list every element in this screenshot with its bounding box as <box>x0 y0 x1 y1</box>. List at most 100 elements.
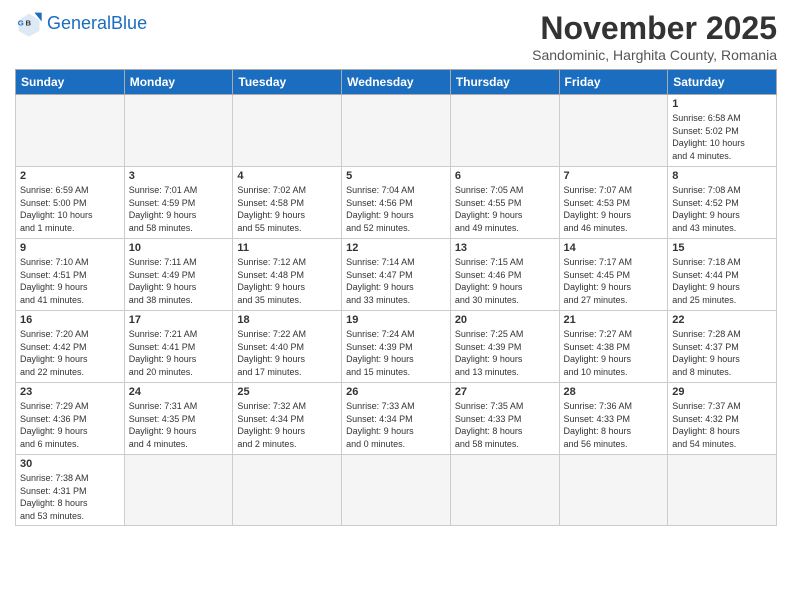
day-number: 24 <box>129 386 229 398</box>
day-info: Sunrise: 7:32 AM Sunset: 4:34 PM Dayligh… <box>237 400 337 450</box>
day-info: Sunrise: 6:58 AM Sunset: 5:02 PM Dayligh… <box>672 112 772 162</box>
calendar-title: November 2025 <box>532 10 777 47</box>
calendar-day: 6 Sunrise: 7:05 AM Sunset: 4:55 PM Daylig… <box>450 167 559 239</box>
calendar-day: 11 Sunrise: 7:12 AM Sunset: 4:48 PM Dayli… <box>233 239 342 311</box>
day-number: 9 <box>20 242 120 254</box>
day-number: 8 <box>672 170 772 182</box>
calendar-day <box>559 455 668 526</box>
day-number: 4 <box>237 170 337 182</box>
calendar-day: 28 Sunrise: 7:36 AM Sunset: 4:33 PM Dayli… <box>559 383 668 455</box>
day-info: Sunrise: 7:11 AM Sunset: 4:49 PM Dayligh… <box>129 256 229 306</box>
day-info: Sunrise: 7:27 AM Sunset: 4:38 PM Dayligh… <box>564 328 664 378</box>
calendar-day: 17Sunrise: 7:21 AM Sunset: 4:41 PM Dayli… <box>124 311 233 383</box>
calendar-day: 12 Sunrise: 7:14 AM Sunset: 4:47 PM Dayli… <box>342 239 451 311</box>
day-info: Sunrise: 7:21 AM Sunset: 4:41 PM Dayligh… <box>129 328 229 378</box>
calendar-day: 8 Sunrise: 7:08 AM Sunset: 4:52 PM Daylig… <box>668 167 777 239</box>
logo: G B GeneralBlue <box>15 10 147 38</box>
day-info: Sunrise: 6:59 AM Sunset: 5:00 PM Dayligh… <box>20 184 120 234</box>
calendar-week-3: 16 Sunrise: 7:20 AM Sunset: 4:42 PM Dayli… <box>16 311 777 383</box>
day-number: 19 <box>346 314 446 326</box>
day-info: Sunrise: 7:15 AM Sunset: 4:46 PM Dayligh… <box>455 256 555 306</box>
day-info: Sunrise: 7:33 AM Sunset: 4:34 PM Dayligh… <box>346 400 446 450</box>
logo-blue: Blue <box>111 13 147 33</box>
weekday-header-monday: Monday <box>124 70 233 95</box>
day-info: Sunrise: 7:38 AM Sunset: 4:31 PM Dayligh… <box>20 472 120 522</box>
calendar-day: 15Sunrise: 7:18 AM Sunset: 4:44 PM Dayli… <box>668 239 777 311</box>
day-number: 27 <box>455 386 555 398</box>
calendar-day: 13 Sunrise: 7:15 AM Sunset: 4:46 PM Dayli… <box>450 239 559 311</box>
logo-general: General <box>47 13 111 33</box>
calendar-day: 2 Sunrise: 6:59 AM Sunset: 5:00 PM Daylig… <box>16 167 125 239</box>
weekday-row: SundayMondayTuesdayWednesdayThursdayFrid… <box>16 70 777 95</box>
weekday-header-saturday: Saturday <box>668 70 777 95</box>
calendar-day <box>233 95 342 167</box>
calendar-day: 20Sunrise: 7:25 AM Sunset: 4:39 PM Dayli… <box>450 311 559 383</box>
day-number: 25 <box>237 386 337 398</box>
day-number: 28 <box>564 386 664 398</box>
day-info: Sunrise: 7:28 AM Sunset: 4:37 PM Dayligh… <box>672 328 772 378</box>
day-info: Sunrise: 7:37 AM Sunset: 4:32 PM Dayligh… <box>672 400 772 450</box>
day-number: 5 <box>346 170 446 182</box>
title-block: November 2025 Sandominic, Harghita Count… <box>532 10 777 63</box>
day-number: 12 <box>346 242 446 254</box>
day-number: 16 <box>20 314 120 326</box>
day-number: 14 <box>564 242 664 254</box>
day-number: 22 <box>672 314 772 326</box>
calendar-day: 3 Sunrise: 7:01 AM Sunset: 4:59 PM Daylig… <box>124 167 233 239</box>
day-info: Sunrise: 7:08 AM Sunset: 4:52 PM Dayligh… <box>672 184 772 234</box>
day-number: 6 <box>455 170 555 182</box>
weekday-header-sunday: Sunday <box>16 70 125 95</box>
calendar-day: 27Sunrise: 7:35 AM Sunset: 4:33 PM Dayli… <box>450 383 559 455</box>
day-info: Sunrise: 7:05 AM Sunset: 4:55 PM Dayligh… <box>455 184 555 234</box>
calendar-day: 16 Sunrise: 7:20 AM Sunset: 4:42 PM Dayli… <box>16 311 125 383</box>
calendar-day: 24 Sunrise: 7:31 AM Sunset: 4:35 PM Dayli… <box>124 383 233 455</box>
weekday-header-tuesday: Tuesday <box>233 70 342 95</box>
calendar-table: SundayMondayTuesdayWednesdayThursdayFrid… <box>15 69 777 526</box>
calendar-week-4: 23Sunrise: 7:29 AM Sunset: 4:36 PM Dayli… <box>16 383 777 455</box>
calendar-week-1: 2 Sunrise: 6:59 AM Sunset: 5:00 PM Daylig… <box>16 167 777 239</box>
calendar-week-5: 30Sunrise: 7:38 AM Sunset: 4:31 PM Dayli… <box>16 455 777 526</box>
day-info: Sunrise: 7:29 AM Sunset: 4:36 PM Dayligh… <box>20 400 120 450</box>
day-info: Sunrise: 7:20 AM Sunset: 4:42 PM Dayligh… <box>20 328 120 378</box>
calendar-day <box>16 95 125 167</box>
day-info: Sunrise: 7:25 AM Sunset: 4:39 PM Dayligh… <box>455 328 555 378</box>
day-number: 15 <box>672 242 772 254</box>
calendar-day: 19 Sunrise: 7:24 AM Sunset: 4:39 PM Dayli… <box>342 311 451 383</box>
day-number: 2 <box>20 170 120 182</box>
day-info: Sunrise: 7:12 AM Sunset: 4:48 PM Dayligh… <box>237 256 337 306</box>
calendar-week-0: 1Sunrise: 6:58 AM Sunset: 5:02 PM Daylig… <box>16 95 777 167</box>
calendar-body: 1Sunrise: 6:58 AM Sunset: 5:02 PM Daylig… <box>16 95 777 526</box>
day-info: Sunrise: 7:22 AM Sunset: 4:40 PM Dayligh… <box>237 328 337 378</box>
day-info: Sunrise: 7:01 AM Sunset: 4:59 PM Dayligh… <box>129 184 229 234</box>
calendar-day: 25 Sunrise: 7:32 AM Sunset: 4:34 PM Dayli… <box>233 383 342 455</box>
day-number: 11 <box>237 242 337 254</box>
day-number: 3 <box>129 170 229 182</box>
calendar-day <box>342 95 451 167</box>
weekday-header-thursday: Thursday <box>450 70 559 95</box>
svg-text:G: G <box>18 18 24 27</box>
weekday-header-wednesday: Wednesday <box>342 70 451 95</box>
day-info: Sunrise: 7:31 AM Sunset: 4:35 PM Dayligh… <box>129 400 229 450</box>
day-number: 13 <box>455 242 555 254</box>
calendar-day: 5Sunrise: 7:04 AM Sunset: 4:56 PM Daylig… <box>342 167 451 239</box>
header: G B GeneralBlue November 2025 Sandominic… <box>15 10 777 63</box>
calendar-day: 9 Sunrise: 7:10 AM Sunset: 4:51 PM Daylig… <box>16 239 125 311</box>
calendar-day: 4 Sunrise: 7:02 AM Sunset: 4:58 PM Daylig… <box>233 167 342 239</box>
day-number: 21 <box>564 314 664 326</box>
calendar-week-2: 9 Sunrise: 7:10 AM Sunset: 4:51 PM Daylig… <box>16 239 777 311</box>
calendar-day: 21 Sunrise: 7:27 AM Sunset: 4:38 PM Dayli… <box>559 311 668 383</box>
day-info: Sunrise: 7:36 AM Sunset: 4:33 PM Dayligh… <box>564 400 664 450</box>
calendar-header: SundayMondayTuesdayWednesdayThursdayFrid… <box>16 70 777 95</box>
calendar-day <box>342 455 451 526</box>
calendar-day <box>124 95 233 167</box>
calendar-day: 26Sunrise: 7:33 AM Sunset: 4:34 PM Dayli… <box>342 383 451 455</box>
calendar-day: 23Sunrise: 7:29 AM Sunset: 4:36 PM Dayli… <box>16 383 125 455</box>
day-info: Sunrise: 7:02 AM Sunset: 4:58 PM Dayligh… <box>237 184 337 234</box>
calendar-day: 1Sunrise: 6:58 AM Sunset: 5:02 PM Daylig… <box>668 95 777 167</box>
logo-text: GeneralBlue <box>47 13 147 33</box>
calendar-day <box>450 455 559 526</box>
day-info: Sunrise: 7:24 AM Sunset: 4:39 PM Dayligh… <box>346 328 446 378</box>
calendar-day <box>450 95 559 167</box>
day-info: Sunrise: 7:10 AM Sunset: 4:51 PM Dayligh… <box>20 256 120 306</box>
day-info: Sunrise: 7:14 AM Sunset: 4:47 PM Dayligh… <box>346 256 446 306</box>
